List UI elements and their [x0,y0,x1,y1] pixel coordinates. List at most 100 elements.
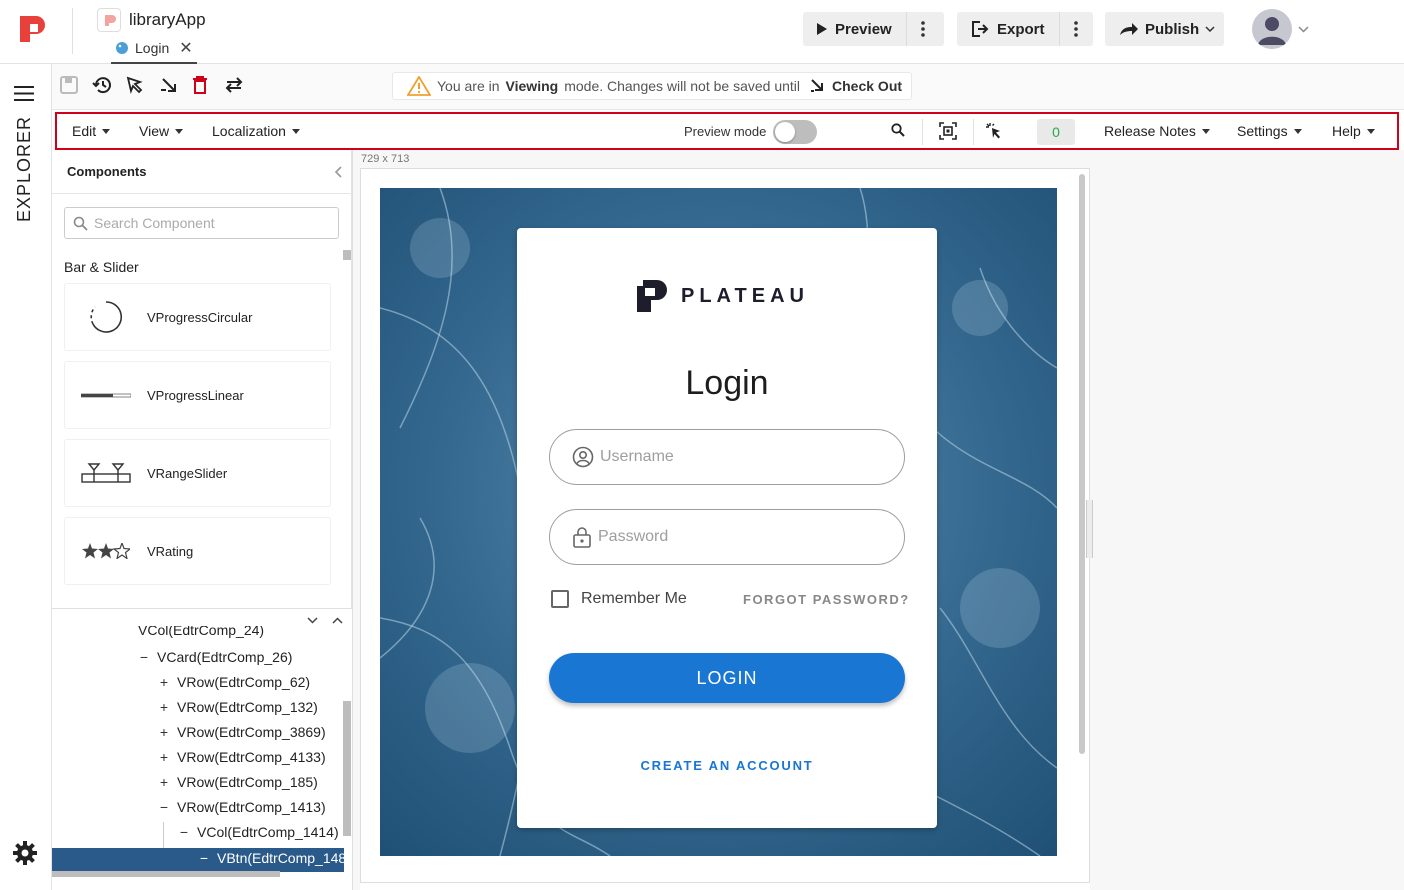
range-slider-icon [65,462,147,484]
tree-row-label: VCol(EdtrComp_24) [138,626,265,638]
username-input[interactable] [600,448,880,466]
preview-mode-toggle[interactable] [773,120,817,144]
frame-scrollbar[interactable] [1079,174,1085,754]
expand-icon[interactable]: + [159,674,169,690]
password-input[interactable] [598,528,878,546]
component-label: VRating [147,543,194,559]
publish-button[interactable]: Publish [1105,12,1224,46]
tree-row[interactable]: − VBtn(EdtrComp_148 [199,850,346,866]
check-out-icon [811,79,824,92]
remember-me-checkbox[interactable]: Remember Me [551,590,687,608]
component-search-input[interactable] [94,215,324,231]
click-pointer-icon[interactable] [985,122,1003,140]
component-card-vrating[interactable]: VRating [65,518,330,584]
user-avatar[interactable] [1252,9,1292,49]
components-panel: Components Bar & Slider VProgressCircula… [52,150,352,890]
component-search-field[interactable] [64,207,339,239]
preview-button[interactable]: Preview [803,12,906,46]
hamburger-menu-icon[interactable] [14,86,34,101]
tree-row[interactable]: − VCard(EdtrComp_26) [139,649,292,665]
collapse-icon[interactable]: − [139,649,149,665]
username-field[interactable] [549,429,905,485]
qr-scan-icon[interactable] [939,122,957,140]
preview-more-icon[interactable] [905,12,940,46]
menu-help[interactable]: Help [1332,123,1375,139]
check-out-label: Check Out [832,78,903,94]
export-label: Export [997,20,1045,38]
preview-button-group: Preview [803,12,944,46]
tree-row-label: VCol(EdtrComp_1414) [197,824,339,840]
component-card-vprogresscircular[interactable]: VProgressCircular [65,284,330,350]
play-icon [817,23,827,35]
component-card-vprogresslinear[interactable]: VProgressLinear [65,362,330,428]
chevron-left-icon[interactable] [334,166,342,178]
category-title: Bar & Slider [64,259,139,275]
export-button[interactable]: Export [957,12,1059,46]
tree-vertical-scrollbar[interactable] [343,701,351,836]
menu-localization[interactable]: Localization [212,123,300,139]
change-counter-badge: 0 [1037,119,1075,145]
check-out-button[interactable]: Check Out [810,78,902,94]
tree-row[interactable]: + VRow(EdtrComp_185) [159,774,318,790]
editor-menu-bar: Edit View Localization Preview mode 0 Re… [55,112,1399,150]
tree-row[interactable]: + VRow(EdtrComp_4133) [159,749,326,765]
component-card-vrangeslider[interactable]: VRangeSlider [65,440,330,506]
collapse-icon[interactable]: − [199,850,209,866]
chevron-down-icon[interactable] [307,617,318,624]
avatar-chevron-icon[interactable] [1298,26,1309,33]
swap-icon[interactable] [224,76,244,94]
menu-release-notes[interactable]: Release Notes [1104,123,1210,139]
tree-row-selected[interactable]: − VBtn(EdtrComp_148 [52,848,346,872]
caret-down-icon [1201,128,1210,134]
caret-down-icon [291,128,300,134]
chevron-up-icon[interactable] [332,617,343,624]
tree-row[interactable]: + VRow(EdtrComp_62) [159,674,310,690]
export-more-icon[interactable] [1058,12,1093,46]
brand-logo: PLATEAU [637,280,809,312]
expand-icon[interactable]: + [159,724,169,740]
menu-view-label: View [139,123,170,139]
app-name[interactable]: libraryApp [129,10,206,30]
panel-header: Components [52,150,352,194]
menu-edit[interactable]: Edit [72,123,111,139]
tree-row[interactable]: + VRow(EdtrComp_3869) [159,724,326,740]
tab-login[interactable]: Login ✕ [111,38,197,64]
password-field[interactable] [549,509,905,565]
select-cursor-icon[interactable] [126,76,144,94]
publish-icon [1120,23,1138,35]
explorer-tab[interactable]: EXPLORER [12,116,40,226]
gear-icon[interactable] [12,840,38,866]
close-tab-icon[interactable]: ✕ [179,38,192,58]
forgot-password-link[interactable]: FORGOT PASSWORD? [743,592,910,607]
menu-view[interactable]: View [139,123,184,139]
banner-prefix: You are in [437,78,500,94]
tree-row[interactable]: VCol(EdtrComp_24) [138,626,264,638]
checkbox-icon[interactable] [551,590,569,608]
expand-icon[interactable]: + [159,749,169,765]
collapse-icon[interactable]: − [179,824,189,840]
tree-row-label: VCard(EdtrComp_26) [157,649,293,665]
create-account-link[interactable]: CREATE AN ACCOUNT [517,758,937,773]
menu-settings[interactable]: Settings [1237,123,1302,139]
tree-guide-line [163,822,164,848]
expand-icon[interactable]: + [159,774,169,790]
login-button[interactable]: LOGIN [549,653,905,703]
collapse-icon[interactable]: − [159,799,169,815]
panel-scrollbar[interactable] [343,250,351,260]
frame-resize-handle[interactable] [1086,500,1093,558]
plateau-logo-icon [637,280,667,312]
delete-icon[interactable] [192,76,208,94]
plateau-logo-icon[interactable] [18,16,46,42]
search-icon[interactable] [891,123,905,137]
move-icon[interactable] [160,76,178,94]
user-circle-icon [572,446,594,468]
history-icon[interactable] [92,76,112,94]
save-icon[interactable] [60,76,78,94]
tree-row[interactable]: − VRow(EdtrComp_1413) [159,799,326,815]
viewing-mode-banner: You are in Viewing mode. Changes will no… [392,72,912,100]
app-icon [97,8,121,32]
tree-row[interactable]: + VRow(EdtrComp_132) [159,699,318,715]
tree-horizontal-scrollbar[interactable] [52,871,280,877]
expand-icon[interactable]: + [159,699,169,715]
tree-row[interactable]: − VCol(EdtrComp_1414) [179,824,339,840]
